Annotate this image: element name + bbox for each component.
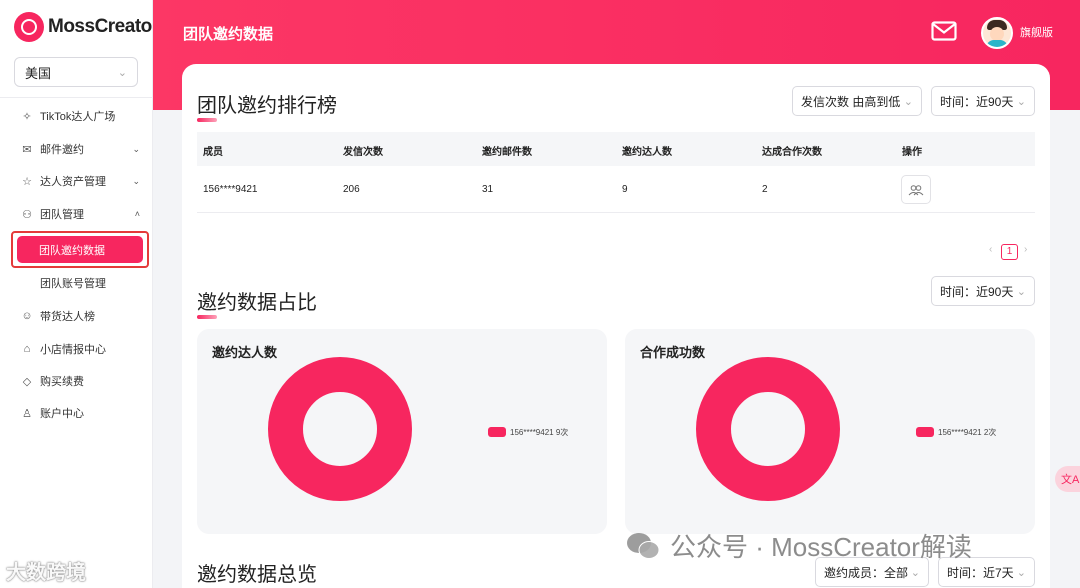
view-detail-button[interactable] [901, 175, 931, 204]
time-select-value: 时间：近7天 [947, 565, 1014, 580]
deals-panel: 合作成功数 156****9421 2次 [625, 329, 1035, 534]
cell-sent: 206 [343, 184, 360, 195]
sidebar-item-label: 购买续费 [40, 376, 84, 388]
corner-watermark: 大数跨境 [6, 562, 86, 584]
team-icon [908, 184, 924, 195]
wechat-icon [627, 532, 660, 559]
chevron-down-icon: ⌄ [132, 175, 140, 186]
account-icon: ♙ [22, 407, 32, 420]
sidebar-item-label: 带货达人榜 [40, 311, 95, 323]
ranking-title: 团队邀约排行榜 [197, 95, 337, 117]
ranking-time-select[interactable]: 时间：近90天 ⌄ [931, 86, 1035, 116]
user-icon: ☺ [21, 310, 33, 322]
mail-icon: ✉ [22, 143, 32, 156]
plan-label: 旗舰版 [1020, 27, 1053, 39]
chevron-up-icon: ˄ [134, 209, 140, 219]
next-page-button[interactable]: › [1024, 244, 1027, 255]
prev-page-button[interactable]: ‹ [989, 244, 992, 255]
column-header-sent: 发信次数 [343, 147, 383, 158]
invited-creators-panel: 邀约达人数 156****9421 9次 [197, 329, 607, 534]
cell-member: 156****9421 [203, 184, 258, 195]
cell-emails: 31 [482, 184, 494, 195]
donut-slice-156****9421 [268, 357, 412, 501]
ratio-time-select[interactable]: 时间：近90天 ⌄ [931, 276, 1035, 306]
country-value: 美国 [25, 65, 52, 81]
column-header-action: 操作 [902, 147, 922, 158]
sidebar-item-sales-creators[interactable]: ☺ 带货达人榜 [20, 305, 140, 327]
invited-creators-donut [268, 357, 412, 501]
sidebar-item-label: 团队管理 [40, 209, 84, 221]
sidebar-divider [0, 97, 153, 98]
translate-button[interactable]: 文A [1055, 466, 1080, 492]
watermark-text: 公众号 · MossCreator解读 [670, 532, 972, 562]
chevron-down-icon: ⌄ [132, 143, 140, 154]
time-select-value: 时间：近90天 [940, 94, 1014, 109]
legend-label: 156****9421 2次 [938, 428, 997, 437]
sidebar-item-creator-assets[interactable]: ☆ 达人资产管理 ⌄ [20, 170, 140, 192]
chevron-down-icon: ⌄ [1016, 566, 1026, 579]
sidebar-item-tiktok-square[interactable]: ✧ TikTok达人广场 [20, 105, 140, 127]
page-1-button[interactable]: 1 [1001, 244, 1018, 260]
active-highlight-box: 团队邀约数据 [11, 231, 149, 268]
column-header-emails: 邀约邮件数 [482, 147, 532, 158]
sidebar-item-label: 团队邀约数据 [39, 244, 105, 257]
overview-title: 邀约数据总览 [197, 564, 317, 586]
sidebar-item-label: 小店情报中心 [40, 344, 106, 356]
deals-donut [696, 357, 840, 501]
chevron-down-icon: ⌄ [1016, 95, 1026, 108]
logo-text: MossCreator [48, 16, 159, 37]
row-divider [197, 212, 1035, 213]
chevron-down-icon: ⌄ [910, 566, 920, 579]
mail-icon[interactable] [931, 21, 957, 41]
sidebar-item-label: TikTok达人广场 [40, 111, 116, 123]
star-sparkle-icon: ✧ [22, 110, 32, 123]
chevron-down-icon: ⌄ [117, 66, 127, 79]
sort-select-value: 发信次数 由高到低 [801, 94, 901, 109]
team-icon: ⚇ [22, 208, 32, 221]
title-underline [197, 118, 217, 122]
legend-swatch [488, 427, 506, 437]
sidebar-item-label: 账户中心 [40, 408, 84, 420]
shop-icon: ⌂ [23, 343, 31, 355]
sidebar-item-mail-invite[interactable]: ✉ 邮件邀约 ⌄ [20, 138, 140, 160]
time-select-value: 时间：近90天 [940, 284, 1014, 299]
sidebar: MossCreator 美国 ⌄ ✧ TikTok达人广场 ✉ 邮件邀约 ⌄ ☆… [0, 0, 159, 588]
logo[interactable]: MossCreator [14, 12, 159, 42]
star-icon: ☆ [22, 175, 32, 188]
avatar[interactable] [981, 17, 1013, 49]
title-underline [197, 315, 217, 319]
column-header-creators: 邀约达人数 [622, 147, 672, 158]
sidebar-item-shop-intel[interactable]: ⌂ 小店情报中心 [20, 338, 140, 360]
country-select[interactable]: 美国 ⌄ [14, 57, 138, 87]
sidebar-item-purchase[interactable]: ◇ 购买续费 [20, 370, 140, 392]
sort-select[interactable]: 发信次数 由高到低 ⌄ [792, 86, 922, 116]
logo-icon [14, 12, 44, 42]
column-header-deals: 达成合作次数 [762, 147, 822, 158]
legend-swatch [916, 427, 934, 437]
chevron-down-icon: ⌄ [903, 95, 913, 108]
wechat-watermark: 公众号 · MossCreator解读 [626, 527, 972, 564]
sidebar-item-team-management[interactable]: ⚇ 团队管理 ˄ [20, 203, 140, 225]
sidebar-item-label: 达人资产管理 [40, 176, 106, 188]
column-header-member: 成员 [203, 147, 223, 158]
sidebar-item-account-center[interactable]: ♙ 账户中心 [20, 402, 140, 424]
ratio-title: 邀约数据占比 [197, 292, 317, 314]
sidebar-item-label: 邮件邀约 [40, 144, 84, 156]
donut-slice-156****9421 [696, 357, 840, 501]
sidebar-item-team-accounts[interactable]: 团队账号管理 [40, 275, 106, 291]
cell-deals: 2 [762, 184, 768, 195]
member-select-value: 邀约成员：全部 [824, 565, 909, 580]
legend-label: 156****9421 9次 [510, 428, 569, 437]
diamond-icon: ◇ [22, 375, 32, 388]
page-title: 团队邀约数据 [183, 26, 274, 43]
sidebar-item-team-invite-data[interactable]: 团队邀约数据 [17, 236, 143, 263]
cell-creators: 9 [622, 184, 628, 195]
chevron-down-icon: ⌄ [1016, 285, 1026, 298]
